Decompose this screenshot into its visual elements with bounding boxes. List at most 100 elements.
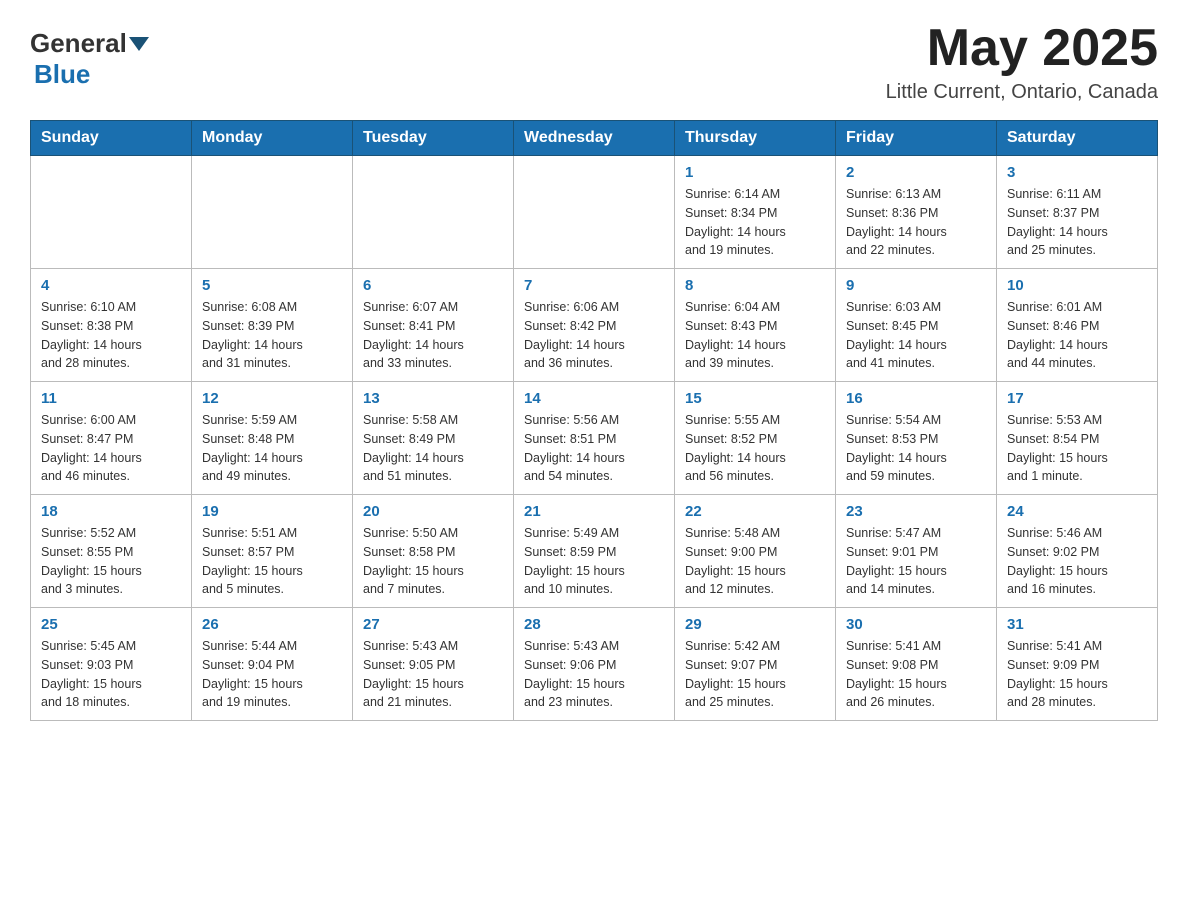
day-info: Sunrise: 5:45 AMSunset: 9:03 PMDaylight:… (41, 637, 181, 712)
calendar-cell: 25 Sunrise: 5:45 AMSunset: 9:03 PMDayligh… (31, 608, 192, 721)
calendar-cell: 24 Sunrise: 5:46 AMSunset: 9:02 PMDayligh… (997, 495, 1158, 608)
day-number: 31 (1007, 616, 1147, 633)
calendar-cell (31, 156, 192, 269)
day-info: Sunrise: 6:10 AMSunset: 8:38 PMDaylight:… (41, 298, 181, 373)
calendar-cell (353, 156, 514, 269)
calendar-cell (192, 156, 353, 269)
day-info: Sunrise: 6:11 AMSunset: 8:37 PMDaylight:… (1007, 185, 1147, 260)
calendar-cell: 9 Sunrise: 6:03 AMSunset: 8:45 PMDaylight… (836, 269, 997, 382)
day-info: Sunrise: 5:56 AMSunset: 8:51 PMDaylight:… (524, 411, 664, 486)
title-block: May 2025 Little Current, Ontario, Canada (886, 20, 1158, 104)
day-info: Sunrise: 5:41 AMSunset: 9:08 PMDaylight:… (846, 637, 986, 712)
logo-general-text: General (30, 28, 127, 59)
day-number: 16 (846, 390, 986, 407)
calendar-cell: 4 Sunrise: 6:10 AMSunset: 8:38 PMDaylight… (31, 269, 192, 382)
day-number: 8 (685, 277, 825, 294)
logo-blue-text: Blue (34, 59, 90, 89)
column-header-friday: Friday (836, 121, 997, 156)
calendar-cell: 11Sunrise: 6:00 AMSunset: 8:47 PMDayligh… (31, 382, 192, 495)
day-number: 24 (1007, 503, 1147, 520)
day-info: Sunrise: 6:06 AMSunset: 8:42 PMDaylight:… (524, 298, 664, 373)
calendar-cell: 6 Sunrise: 6:07 AMSunset: 8:41 PMDaylight… (353, 269, 514, 382)
day-info: Sunrise: 5:48 AMSunset: 9:00 PMDaylight:… (685, 524, 825, 599)
day-info: Sunrise: 6:13 AMSunset: 8:36 PMDaylight:… (846, 185, 986, 260)
calendar-table: SundayMondayTuesdayWednesdayThursdayFrid… (30, 120, 1158, 721)
day-info: Sunrise: 5:53 AMSunset: 8:54 PMDaylight:… (1007, 411, 1147, 486)
calendar-cell: 1 Sunrise: 6:14 AMSunset: 8:34 PMDaylight… (675, 156, 836, 269)
calendar-week-row: 1 Sunrise: 6:14 AMSunset: 8:34 PMDaylight… (31, 156, 1158, 269)
day-number: 2 (846, 164, 986, 181)
calendar-cell: 27 Sunrise: 5:43 AMSunset: 9:05 PMDayligh… (353, 608, 514, 721)
calendar-cell: 10 Sunrise: 6:01 AMSunset: 8:46 PMDayligh… (997, 269, 1158, 382)
column-header-saturday: Saturday (997, 121, 1158, 156)
calendar-cell: 19 Sunrise: 5:51 AMSunset: 8:57 PMDayligh… (192, 495, 353, 608)
month-title: May 2025 (886, 20, 1158, 77)
logo: General Blue (30, 20, 151, 90)
day-number: 1 (685, 164, 825, 181)
calendar-cell: 29 Sunrise: 5:42 AMSunset: 9:07 PMDayligh… (675, 608, 836, 721)
calendar-cell: 15Sunrise: 5:55 AMSunset: 8:52 PMDayligh… (675, 382, 836, 495)
day-number: 6 (363, 277, 503, 294)
day-number: 29 (685, 616, 825, 633)
day-number: 12 (202, 390, 342, 407)
day-number: 19 (202, 503, 342, 520)
day-number: 25 (41, 616, 181, 633)
column-header-thursday: Thursday (675, 121, 836, 156)
calendar-cell: 7 Sunrise: 6:06 AMSunset: 8:42 PMDaylight… (514, 269, 675, 382)
day-number: 18 (41, 503, 181, 520)
day-number: 10 (1007, 277, 1147, 294)
calendar-cell: 21Sunrise: 5:49 AMSunset: 8:59 PMDayligh… (514, 495, 675, 608)
calendar-cell: 8Sunrise: 6:04 AMSunset: 8:43 PMDaylight… (675, 269, 836, 382)
day-info: Sunrise: 6:14 AMSunset: 8:34 PMDaylight:… (685, 185, 825, 260)
day-number: 21 (524, 503, 664, 520)
day-number: 7 (524, 277, 664, 294)
day-info: Sunrise: 5:47 AMSunset: 9:01 PMDaylight:… (846, 524, 986, 599)
day-number: 4 (41, 277, 181, 294)
calendar-cell: 12 Sunrise: 5:59 AMSunset: 8:48 PMDayligh… (192, 382, 353, 495)
calendar-week-row: 4 Sunrise: 6:10 AMSunset: 8:38 PMDaylight… (31, 269, 1158, 382)
day-info: Sunrise: 5:52 AMSunset: 8:55 PMDaylight:… (41, 524, 181, 599)
column-header-tuesday: Tuesday (353, 121, 514, 156)
day-info: Sunrise: 5:50 AMSunset: 8:58 PMDaylight:… (363, 524, 503, 599)
day-number: 26 (202, 616, 342, 633)
day-info: Sunrise: 5:51 AMSunset: 8:57 PMDaylight:… (202, 524, 342, 599)
calendar-header-row: SundayMondayTuesdayWednesdayThursdayFrid… (31, 121, 1158, 156)
calendar-cell: 22Sunrise: 5:48 AMSunset: 9:00 PMDayligh… (675, 495, 836, 608)
calendar-cell: 16 Sunrise: 5:54 AMSunset: 8:53 PMDayligh… (836, 382, 997, 495)
day-info: Sunrise: 5:43 AMSunset: 9:06 PMDaylight:… (524, 637, 664, 712)
calendar-week-row: 18 Sunrise: 5:52 AMSunset: 8:55 PMDayligh… (31, 495, 1158, 608)
day-info: Sunrise: 5:43 AMSunset: 9:05 PMDaylight:… (363, 637, 503, 712)
day-info: Sunrise: 6:03 AMSunset: 8:45 PMDaylight:… (846, 298, 986, 373)
day-info: Sunrise: 6:08 AMSunset: 8:39 PMDaylight:… (202, 298, 342, 373)
day-number: 23 (846, 503, 986, 520)
calendar-cell: 3 Sunrise: 6:11 AMSunset: 8:37 PMDaylight… (997, 156, 1158, 269)
calendar-cell: 28 Sunrise: 5:43 AMSunset: 9:06 PMDayligh… (514, 608, 675, 721)
location-subtitle: Little Current, Ontario, Canada (886, 81, 1158, 104)
day-info: Sunrise: 5:46 AMSunset: 9:02 PMDaylight:… (1007, 524, 1147, 599)
day-number: 9 (846, 277, 986, 294)
day-info: Sunrise: 5:42 AMSunset: 9:07 PMDaylight:… (685, 637, 825, 712)
day-info: Sunrise: 6:01 AMSunset: 8:46 PMDaylight:… (1007, 298, 1147, 373)
day-number: 28 (524, 616, 664, 633)
page-header: General Blue May 2025 Little Current, On… (30, 20, 1158, 104)
day-number: 17 (1007, 390, 1147, 407)
day-info: Sunrise: 5:54 AMSunset: 8:53 PMDaylight:… (846, 411, 986, 486)
day-info: Sunrise: 6:07 AMSunset: 8:41 PMDaylight:… (363, 298, 503, 373)
day-number: 5 (202, 277, 342, 294)
calendar-cell: 18 Sunrise: 5:52 AMSunset: 8:55 PMDayligh… (31, 495, 192, 608)
day-number: 14 (524, 390, 664, 407)
day-number: 30 (846, 616, 986, 633)
day-number: 13 (363, 390, 503, 407)
calendar-cell: 23 Sunrise: 5:47 AMSunset: 9:01 PMDayligh… (836, 495, 997, 608)
calendar-cell: 30 Sunrise: 5:41 AMSunset: 9:08 PMDayligh… (836, 608, 997, 721)
day-info: Sunrise: 5:59 AMSunset: 8:48 PMDaylight:… (202, 411, 342, 486)
calendar-cell: 13Sunrise: 5:58 AMSunset: 8:49 PMDayligh… (353, 382, 514, 495)
column-header-monday: Monday (192, 121, 353, 156)
day-info: Sunrise: 6:00 AMSunset: 8:47 PMDaylight:… (41, 411, 181, 486)
day-number: 27 (363, 616, 503, 633)
column-header-wednesday: Wednesday (514, 121, 675, 156)
calendar-cell: 14 Sunrise: 5:56 AMSunset: 8:51 PMDayligh… (514, 382, 675, 495)
day-number: 20 (363, 503, 503, 520)
day-info: Sunrise: 5:41 AMSunset: 9:09 PMDaylight:… (1007, 637, 1147, 712)
day-number: 3 (1007, 164, 1147, 181)
